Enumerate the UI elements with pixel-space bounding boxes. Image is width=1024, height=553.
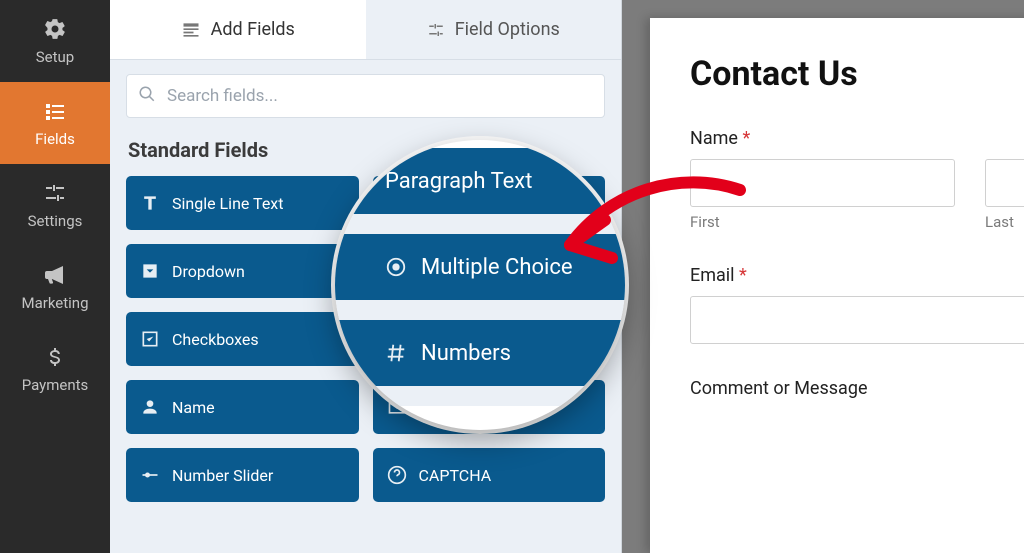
field-email[interactable]: Email <box>373 380 606 434</box>
slider-icon <box>140 465 160 485</box>
envelope-icon <box>387 397 407 417</box>
field-label: Numbers <box>419 330 484 349</box>
field-label: Single Line Text <box>172 194 283 213</box>
field-comment-preview: Comment or Message <box>690 378 1024 399</box>
gear-icon <box>42 16 68 42</box>
builder-panel: Add Fields Field Options Standard Fields… <box>110 0 622 553</box>
list-icon <box>42 98 68 124</box>
sidebar-label: Fields <box>35 130 75 148</box>
field-label: Email <box>419 398 459 417</box>
field-label: Checkboxes <box>172 330 259 349</box>
field-label: Paragraph Text <box>419 194 526 213</box>
text-icon <box>140 193 160 213</box>
sliders-icon <box>427 21 445 39</box>
field-label: Number Slider <box>172 466 273 485</box>
form-preview: Contact Us Name * First Last Email * Com… <box>622 0 1024 553</box>
field-name[interactable]: Name <box>126 380 359 434</box>
paragraph-icon <box>387 193 407 213</box>
first-sublabel: First <box>690 213 955 231</box>
hash-icon <box>387 329 407 349</box>
field-label: CAPTCHA <box>419 466 492 485</box>
sidebar-label: Payments <box>22 376 89 394</box>
field-dropdown[interactable]: Dropdown <box>126 244 359 298</box>
sidebar-item-fields[interactable]: Fields <box>0 82 110 164</box>
tab-label: Field Options <box>455 19 560 40</box>
required-indicator: * <box>739 265 747 286</box>
sidebar-item-settings[interactable]: Settings <box>0 164 110 246</box>
field-grid: Single Line Text Paragraph Text Dropdown… <box>110 168 621 522</box>
check-square-icon <box>140 329 160 349</box>
question-icon <box>387 465 407 485</box>
field-label: Multiple Choice <box>419 262 529 281</box>
field-number-slider[interactable]: Number Slider <box>126 448 359 502</box>
field-label: Name <box>172 398 215 417</box>
sidebar-item-setup[interactable]: Setup <box>0 0 110 82</box>
sidebar: Setup Fields Settings Marketing Payments <box>0 0 110 553</box>
sidebar-label: Marketing <box>21 294 88 312</box>
sidebar-item-marketing[interactable]: Marketing <box>0 246 110 328</box>
field-multiple-choice[interactable]: Multiple Choice <box>373 244 606 298</box>
tab-add-fields[interactable]: Add Fields <box>110 0 366 59</box>
search-field <box>126 74 605 118</box>
field-paragraph-text[interactable]: Paragraph Text <box>373 176 606 230</box>
required-indicator: * <box>742 128 750 149</box>
sidebar-label: Setup <box>36 48 74 66</box>
field-single-line-text[interactable]: Single Line Text <box>126 176 359 230</box>
search-input[interactable] <box>126 74 605 118</box>
last-name-input[interactable] <box>985 159 1024 207</box>
bullhorn-icon <box>42 262 68 288</box>
field-name-preview: Name * First Last <box>690 128 1024 231</box>
user-icon <box>140 397 160 417</box>
sliders-icon <box>42 180 68 206</box>
radio-icon <box>387 261 407 281</box>
form-title: Contact Us <box>690 54 1024 94</box>
caret-square-icon <box>140 261 160 281</box>
email-label: Email * <box>690 265 1024 286</box>
builder-tabs: Add Fields Field Options <box>110 0 621 60</box>
email-input[interactable] <box>690 296 1024 344</box>
form-icon <box>181 20 201 40</box>
field-numbers[interactable]: Numbers <box>373 312 606 366</box>
sidebar-item-payments[interactable]: Payments <box>0 328 110 410</box>
last-sublabel: Last <box>985 213 1024 231</box>
search-icon <box>138 85 156 107</box>
name-label: Name * <box>690 128 1024 149</box>
sidebar-label: Settings <box>28 212 83 230</box>
first-name-input[interactable] <box>690 159 955 207</box>
dollar-icon <box>42 344 68 370</box>
field-checkboxes[interactable]: Checkboxes <box>126 312 359 366</box>
field-captcha[interactable]: CAPTCHA <box>373 448 606 502</box>
comment-label: Comment or Message <box>690 378 1024 399</box>
tab-label: Add Fields <box>211 19 295 40</box>
field-email-preview: Email * <box>690 265 1024 344</box>
section-standard-fields: Standard Fields <box>110 124 621 168</box>
tab-field-options[interactable]: Field Options <box>366 0 622 59</box>
form-card: Contact Us Name * First Last Email * Com… <box>650 18 1024 553</box>
field-label: Dropdown <box>172 262 245 281</box>
